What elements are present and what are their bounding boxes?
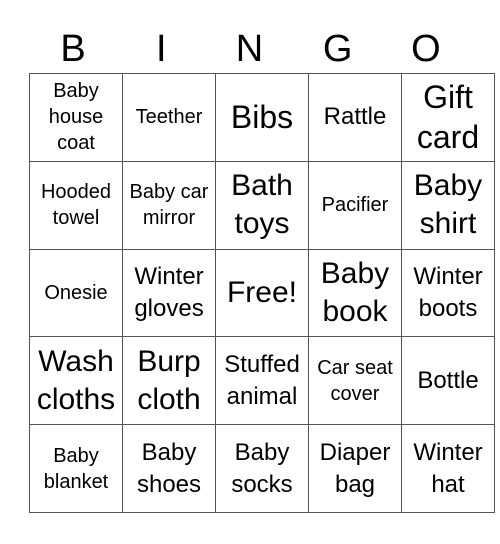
header-letter-o: O — [411, 28, 441, 70]
bingo-cell: Baby car mirror — [122, 160, 216, 250]
bingo-cell: Bibs — [215, 73, 309, 162]
bingo-cell: Pacifier — [308, 160, 402, 250]
bingo-cell: Baby shoes — [122, 424, 216, 513]
grid-row: Hooded towel Baby car mirror Bath toys P… — [29, 160, 495, 250]
bingo-cell: Baby house coat — [29, 73, 123, 162]
header-letter-b: B — [60, 28, 86, 70]
bingo-cell: Bottle — [401, 336, 495, 426]
bingo-cell: Diaper bag — [308, 424, 402, 513]
bingo-cell: Winter boots — [401, 248, 495, 338]
grid-row: Wash cloths Burp cloth Stuffed animal Ca… — [29, 336, 495, 426]
bingo-cell: Car seat cover — [308, 336, 402, 426]
bingo-cell: Stuffed animal — [215, 336, 309, 426]
bingo-cell: Hooded towel — [29, 160, 123, 250]
grid-row: Baby house coat Teether Bibs Rattle Gift… — [29, 73, 495, 162]
bingo-cell: Baby shirt — [401, 160, 495, 250]
bingo-cell: Rattle — [308, 73, 402, 162]
bingo-cell: Winter gloves — [122, 248, 216, 338]
bingo-cell: Winter hat — [401, 424, 495, 513]
bingo-cell: Baby blanket — [29, 424, 123, 513]
bingo-cell: Gift card — [401, 73, 495, 162]
bingo-cell: Teether — [122, 73, 216, 162]
bingo-cell: Baby book — [308, 248, 402, 338]
bingo-cell: Bath toys — [215, 160, 309, 250]
bingo-cell: Baby socks — [215, 424, 309, 513]
header-letter-i: I — [156, 28, 167, 70]
bingo-cell: Onesie — [29, 248, 123, 338]
bingo-cell: Wash cloths — [29, 336, 123, 426]
bingo-grid: Baby house coat Teether Bibs Rattle Gift… — [29, 73, 495, 513]
bingo-cell-free: Free! — [215, 248, 309, 338]
header-letter-g: G — [322, 28, 353, 70]
bingo-header: B I N G O — [29, 26, 470, 72]
grid-row: Baby blanket Baby shoes Baby socks Diape… — [29, 424, 495, 513]
grid-row: Onesie Winter gloves Free! Baby book Win… — [29, 248, 495, 338]
bingo-cell: Burp cloth — [122, 336, 216, 426]
header-letter-n: N — [235, 28, 264, 70]
